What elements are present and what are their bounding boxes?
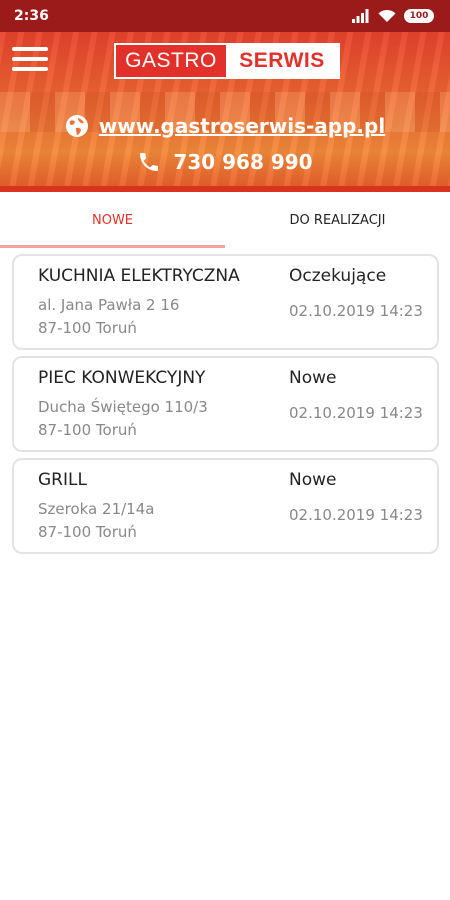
order-status: Oczekujące bbox=[289, 266, 387, 286]
order-list: KUCHNIA ELEKTRYCZNA al. Jana Pawła 2 16 … bbox=[12, 254, 439, 560]
order-status: Nowe bbox=[289, 368, 337, 388]
order-city: 87-100 Toruń bbox=[38, 421, 137, 439]
order-street: Szeroka 21/14a bbox=[38, 500, 155, 518]
app-header: GASTRO SERWIS www.gastroserwis-app.pl 73… bbox=[0, 32, 450, 192]
website-row[interactable]: www.gastroserwis-app.pl bbox=[0, 114, 450, 138]
status-bar: 2:36 100 bbox=[0, 0, 450, 32]
order-name: PIEC KONWEKCYJNY bbox=[38, 368, 206, 388]
phone-row[interactable]: 730 968 990 bbox=[0, 150, 450, 174]
phone-icon bbox=[137, 150, 161, 174]
status-icons: 100 bbox=[352, 9, 434, 23]
logo-right: SERWIS bbox=[226, 45, 338, 77]
logo-left: GASTRO bbox=[116, 45, 226, 77]
brand-logo: GASTRO SERWIS bbox=[114, 43, 340, 79]
website-link[interactable]: www.gastroserwis-app.pl bbox=[99, 114, 385, 138]
tab-bar: NOWE DO REALIZACJI bbox=[0, 192, 450, 248]
order-name: KUCHNIA ELEKTRYCZNA bbox=[38, 266, 240, 286]
order-status: Nowe bbox=[289, 470, 337, 490]
menu-icon[interactable] bbox=[12, 44, 48, 74]
order-street: Ducha Świętego 110/3 bbox=[38, 398, 208, 416]
order-date: 02.10.2019 14:23 bbox=[289, 302, 423, 320]
wifi-icon bbox=[378, 9, 396, 23]
order-card[interactable]: PIEC KONWEKCYJNY Ducha Świętego 110/3 87… bbox=[12, 356, 439, 452]
tab-indicator bbox=[0, 245, 225, 248]
order-date: 02.10.2019 14:23 bbox=[289, 404, 423, 422]
tab-do-realizacji-label: DO REALIZACJI bbox=[289, 212, 386, 228]
globe-icon bbox=[65, 114, 89, 138]
signal-icon bbox=[352, 9, 370, 23]
order-street: al. Jana Pawła 2 16 bbox=[38, 296, 180, 314]
tab-nowe-label: NOWE bbox=[91, 212, 134, 228]
tab-nowe[interactable]: NOWE bbox=[0, 192, 225, 248]
phone-number[interactable]: 730 968 990 bbox=[173, 150, 312, 174]
status-time: 2:36 bbox=[14, 8, 49, 24]
order-card[interactable]: KUCHNIA ELEKTRYCZNA al. Jana Pawła 2 16 … bbox=[12, 254, 439, 350]
battery-icon: 100 bbox=[404, 9, 434, 23]
order-name: GRILL bbox=[38, 470, 87, 490]
order-card[interactable]: GRILL Szeroka 21/14a 87-100 Toruń Nowe 0… bbox=[12, 458, 439, 554]
order-city: 87-100 Toruń bbox=[38, 523, 137, 541]
order-city: 87-100 Toruń bbox=[38, 319, 137, 337]
order-date: 02.10.2019 14:23 bbox=[289, 506, 423, 524]
tab-do-realizacji[interactable]: DO REALIZACJI bbox=[225, 192, 450, 248]
